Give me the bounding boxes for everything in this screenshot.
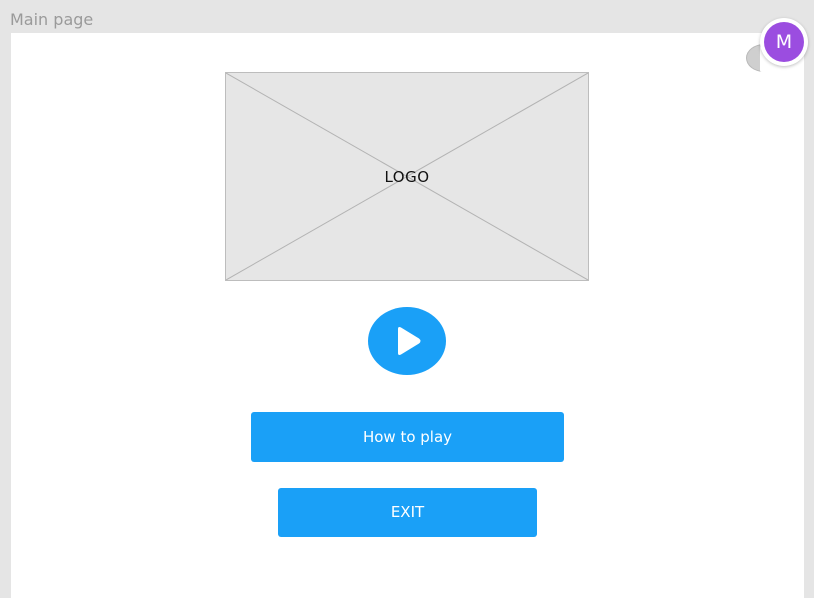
logo-placeholder: LOGO xyxy=(225,72,589,281)
exit-button[interactable]: EXIT xyxy=(278,488,537,537)
avatar[interactable]: M xyxy=(760,18,808,66)
play-button[interactable] xyxy=(368,307,446,375)
artboard: LOGO How to play EXIT xyxy=(11,33,804,598)
frame-label[interactable]: Main page xyxy=(10,10,93,30)
avatar-initial: M xyxy=(764,22,804,62)
logo-text: LOGO xyxy=(384,167,430,186)
how-to-play-button[interactable]: How to play xyxy=(251,412,564,462)
play-icon xyxy=(398,327,421,355)
